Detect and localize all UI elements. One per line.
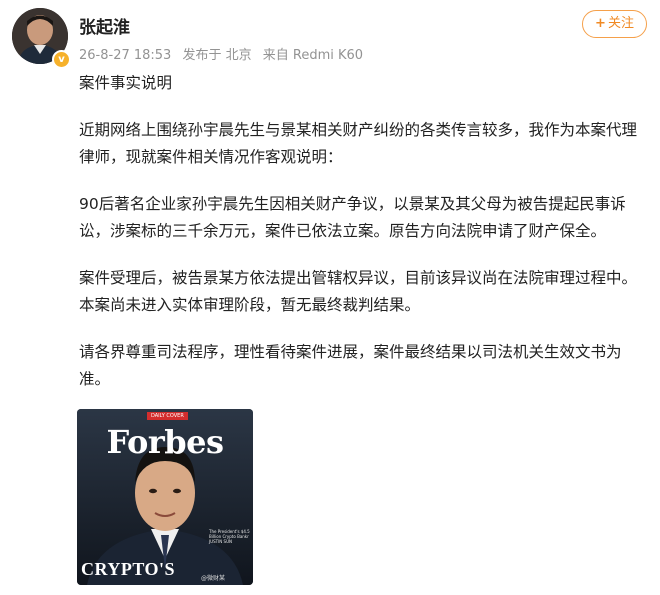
device: 来自 Redmi K60	[262, 48, 364, 63]
timestamp: 26-8-27 18:53	[79, 48, 172, 63]
location: 发布于 北京	[182, 48, 252, 63]
post-content: 案件事实说明 近期网络上围绕孙宇晨先生与景某相关财产纠纷的各类传言较多，我作为本…	[79, 70, 651, 413]
post-image[interactable]: DAILY COVER Forbes The President's $4.5 …	[77, 409, 253, 585]
username[interactable]: 张起淮	[79, 13, 130, 38]
forbes-masthead: Forbes	[106, 423, 224, 461]
post-paragraph: 近期网络上围绕孙宇晨先生与景某相关财产纠纷的各类传言较多，我作为本案代理律师，现…	[79, 121, 638, 166]
cover-badge: DAILY COVER	[147, 412, 188, 420]
weibo-post: v 张起淮 26-8-27 18:53 发布于 北京 来自 Redmi K60 …	[0, 0, 660, 595]
verified-badge-icon: v	[52, 50, 71, 69]
cover-side-text: The President's $4.5 Billion Crypto Bank…	[209, 529, 250, 544]
watermark: @微财某	[201, 575, 226, 582]
post-title: 案件事实说明	[79, 74, 173, 92]
post-paragraph: 案件受理后，被告景某方依法提出管辖权异议，目前该异议尚在法院审理过程中。本案尚未…	[79, 269, 638, 314]
cover-headline: CRYPTO'S	[81, 559, 176, 579]
follow-button[interactable]: + 关注	[582, 10, 647, 38]
post-meta: 26-8-27 18:53 发布于 北京 来自 Redmi K60	[79, 44, 370, 63]
follow-label: 关注	[607, 16, 634, 31]
plus-icon: +	[595, 16, 606, 31]
post-paragraph: 请各界尊重司法程序，理性看待案件进展，案件最终结果以司法机关生效文书为准。	[79, 343, 622, 388]
post-paragraph: 90后著名企业家孙宇晨先生因相关财产争议，以景某及其父母为被告提起民事诉讼，涉案…	[79, 195, 626, 240]
